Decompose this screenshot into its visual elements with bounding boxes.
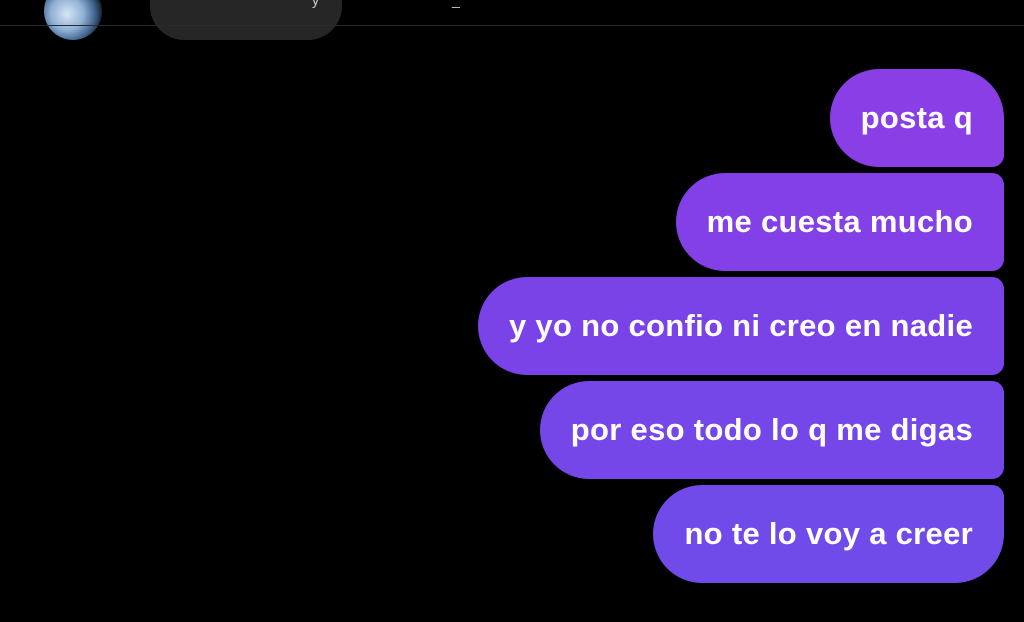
header-partial-text-2: _ (452, 0, 460, 8)
message-text: y yo no confio ni creo en nadie (508, 308, 973, 343)
sent-message-bubble[interactable]: y yo no confio ni creo en nadie (477, 277, 1004, 375)
message-text: me cuesta mucho (706, 204, 973, 239)
conversation-header: y _ (0, 0, 1024, 40)
sent-message-bubble[interactable]: posta q (829, 69, 1004, 167)
sent-message-bubble[interactable]: por eso todo lo q me digas (539, 381, 1004, 479)
header-divider (0, 25, 1024, 26)
message-text: posta q (860, 100, 973, 135)
message-text: por eso todo lo q me digas (570, 412, 973, 447)
sent-message-bubble[interactable]: no te lo voy a creer (653, 485, 1004, 583)
message-text: no te lo voy a creer (684, 516, 973, 551)
sent-message-bubble[interactable]: me cuesta mucho (675, 173, 1004, 271)
message-thread: posta q me cuesta mucho y yo no confio n… (244, 69, 1004, 583)
avatar[interactable] (44, 0, 102, 40)
header-partial-text-1: y (312, 0, 319, 8)
